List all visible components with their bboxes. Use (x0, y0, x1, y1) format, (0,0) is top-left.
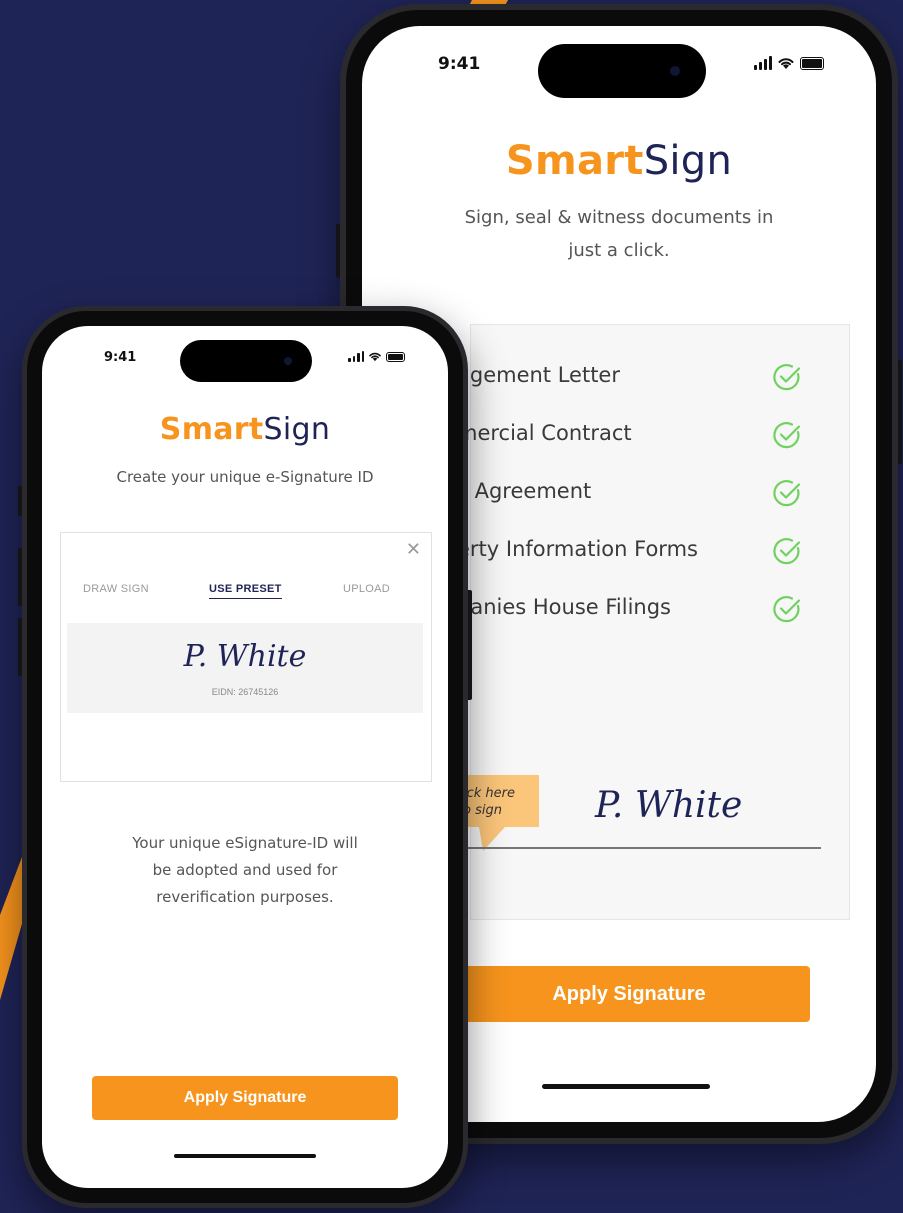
tab-use-preset[interactable]: USE PRESET (209, 583, 282, 599)
document-item[interactable]: s Agreement (457, 473, 849, 513)
wifi-icon (369, 352, 381, 362)
battery-icon (800, 57, 824, 70)
document-item[interactable]: mercial Contract (457, 415, 849, 455)
signature-image: P. White (595, 785, 743, 826)
wifi-icon (778, 58, 794, 69)
tab-draw-sign[interactable]: DRAW SIGN (83, 583, 149, 595)
home-indicator (174, 1154, 316, 1158)
check-circle-icon (773, 364, 801, 391)
home-indicator (542, 1084, 710, 1089)
info-note-line: reverification purposes. (156, 888, 334, 906)
tagline: Create your unique e-Signature ID (116, 468, 374, 486)
tab-upload[interactable]: UPLOAD (343, 583, 390, 595)
document-name: erty Information Forms (457, 537, 698, 561)
close-icon[interactable]: ✕ (406, 539, 421, 560)
status-icons (754, 56, 824, 70)
logo-sign: Sign (643, 138, 733, 184)
info-note-line: be adopted and used for (152, 861, 338, 879)
document-item[interactable]: panies House Filings (457, 589, 849, 629)
info-note-line: Your unique eSignature-ID will (132, 834, 358, 852)
logo-smart: Smart (505, 138, 644, 184)
logo-smart: Smart (159, 412, 264, 447)
document-name: mercial Contract (457, 421, 632, 445)
status-time: 9:41 (104, 350, 137, 365)
apply-signature-button[interactable]: Apply Signature (92, 1076, 398, 1120)
check-circle-icon (773, 422, 801, 449)
signature-card: ✕ DRAW SIGN USE PRESET UPLOAD P. White E… (60, 532, 432, 782)
status-time: 9:41 (438, 54, 481, 74)
logo-sign: Sign (263, 412, 331, 447)
document-name: panies House Filings (457, 595, 671, 619)
battery-icon (386, 352, 405, 362)
tagline-line: just a click. (568, 240, 670, 261)
tagline: Sign, seal & witness documents in just a… (392, 201, 846, 267)
status-icons (348, 351, 405, 362)
apply-signature-button[interactable]: Apply Signature (448, 966, 810, 1022)
signal-icon (754, 56, 772, 70)
check-circle-icon (773, 596, 801, 623)
document-panel: agement Letter mercial Contract s Agreem… (457, 324, 850, 920)
check-circle-icon (773, 480, 801, 507)
dynamic-island (538, 44, 706, 98)
front-phone-screen: 9:41 SmartSign Create your unique e-Sign… (42, 326, 448, 1188)
app-logo: SmartSign (42, 412, 448, 447)
document-item[interactable]: erty Information Forms (457, 531, 849, 571)
front-phone: 9:41 SmartSign Create your unique e-Sign… (22, 306, 468, 1208)
app-logo: SmartSign (362, 138, 876, 184)
preset-signature-box[interactable]: P. White EIDN: 26745126 (67, 623, 423, 713)
tagline-line: Sign, seal & witness documents in (464, 207, 774, 228)
check-circle-icon (773, 538, 801, 565)
dynamic-island (180, 340, 312, 382)
signal-icon (348, 351, 364, 362)
document-item[interactable]: agement Letter (457, 357, 849, 397)
eidn-label: EIDN: 26745126 (211, 687, 279, 697)
document-name: s Agreement (457, 479, 592, 503)
info-note: Your unique eSignature-ID will be adopte… (42, 830, 448, 911)
signature-line (463, 847, 821, 849)
document-name: agement Letter (457, 363, 620, 387)
signature-image: P. White (183, 639, 307, 674)
click-to-sign-label[interactable]: ick here o sign (463, 785, 515, 819)
